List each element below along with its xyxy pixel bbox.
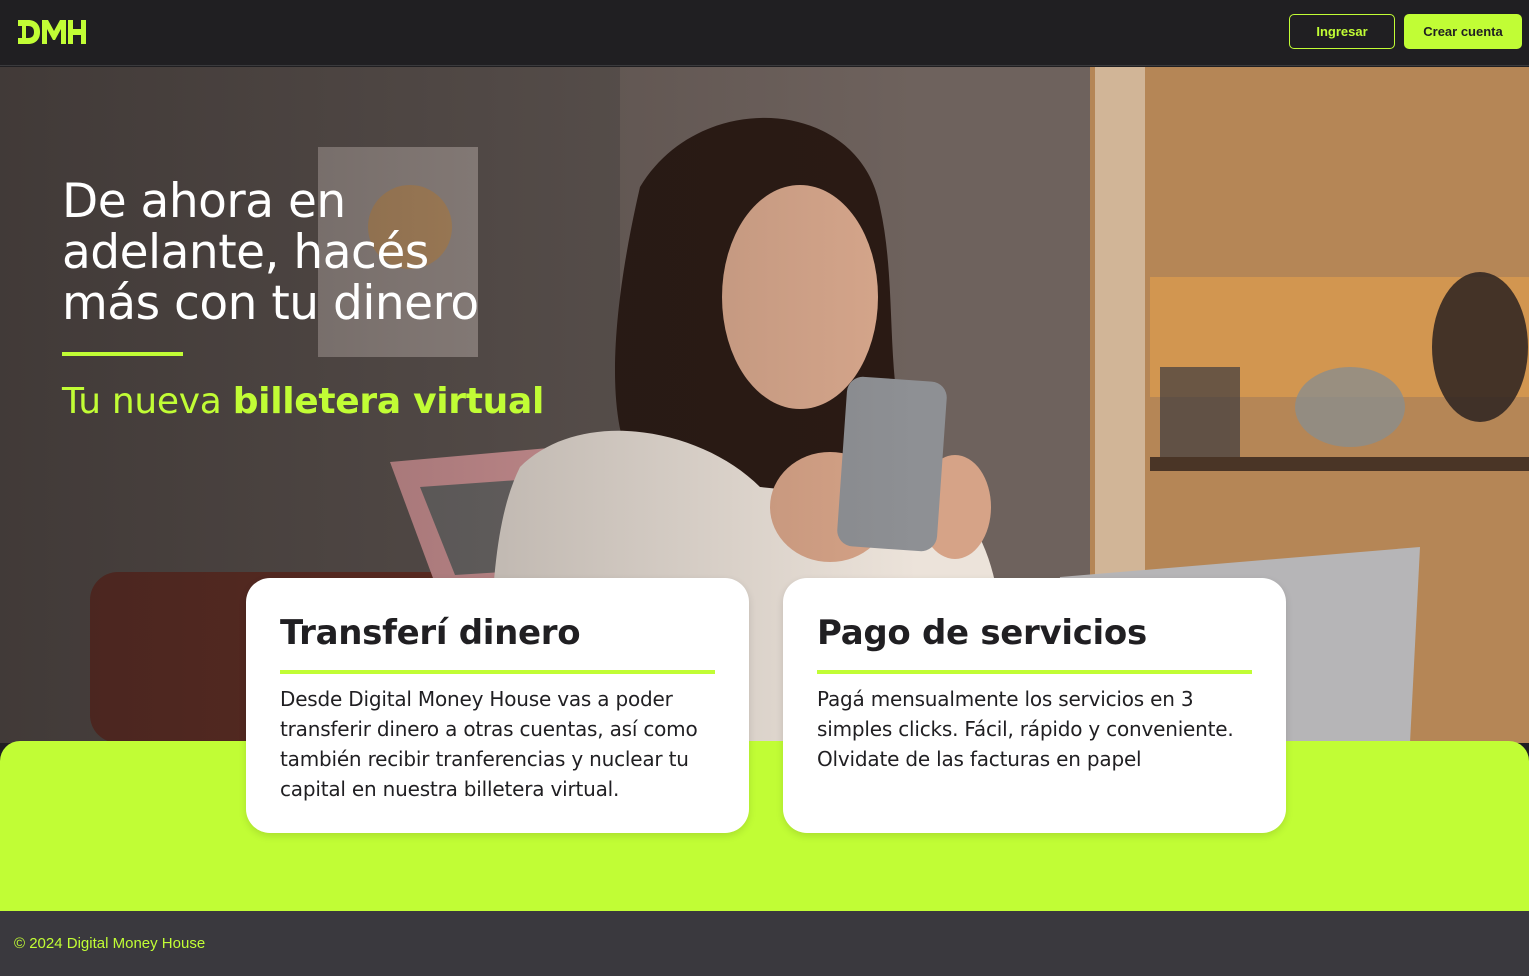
subtitle-highlight: billetera virtual (232, 381, 545, 422)
card-divider (817, 670, 1252, 674)
dmh-logo[interactable] (18, 18, 86, 46)
footer: © 2024 Digital Money House (0, 911, 1529, 976)
card-description: Pagá mensualmente los servicios en 3 sim… (817, 687, 1234, 771)
top-navbar: Ingresar Crear cuenta (0, 0, 1529, 66)
card-title: Pago de servicios (817, 613, 1147, 653)
subtitle-prefix: Tu nueva (62, 381, 222, 422)
headline-line: más con tu dinero (62, 276, 479, 331)
login-button[interactable]: Ingresar (1289, 14, 1395, 49)
card-divider (280, 670, 715, 674)
card-title: Transferí dinero (280, 613, 581, 653)
create-account-button[interactable]: Crear cuenta (1404, 14, 1522, 49)
footer-copyright: © 2024 Digital Money House (14, 935, 206, 952)
hero-subtitle: Tu nueva billetera virtual (62, 380, 544, 424)
headline-line: adelante, hacés (62, 225, 429, 280)
headline-line: De ahora en (62, 174, 346, 229)
hero-headline: De ahora en adelante, hacés más con tu d… (62, 176, 582, 329)
feature-card-payments: Pago de servicios Pagá mensualmente los … (783, 578, 1286, 833)
hero-divider (62, 352, 183, 356)
card-description: Desde Digital Money House vas a poder tr… (280, 687, 698, 801)
lime-band (0, 741, 1529, 911)
feature-card-transfer: Transferí dinero Desde Digital Money Hou… (246, 578, 749, 833)
